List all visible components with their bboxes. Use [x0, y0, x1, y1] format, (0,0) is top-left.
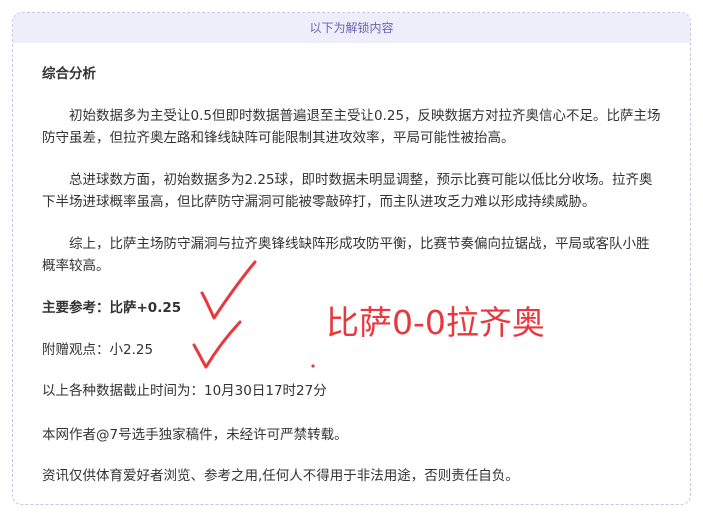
checkmark-icon [200, 260, 257, 320]
ink-dot [311, 364, 315, 368]
handwritten-marks [192, 260, 315, 369]
handwritten-result: 比萨0-0拉齐奥 [326, 303, 545, 342]
checkmark-icon [192, 320, 242, 369]
